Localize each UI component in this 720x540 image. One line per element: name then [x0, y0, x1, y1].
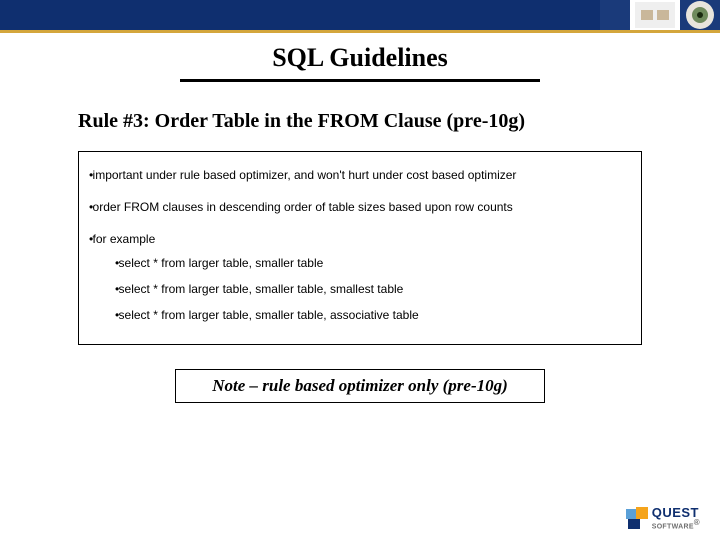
header-art-block [600, 0, 630, 30]
bullet-text: select * from larger table, smaller tabl… [119, 282, 404, 296]
note-text: Note – rule based optimizer only (pre-10… [212, 376, 508, 395]
header-accent-line [0, 30, 720, 33]
header-art-eye [680, 0, 720, 30]
eye-icon [680, 0, 720, 30]
bullet-item: order FROM clauses in descending order o… [89, 200, 631, 214]
logo-subbrand: SOFTWARE [652, 523, 694, 530]
logo-text: QUEST SOFTWARE® [652, 506, 700, 530]
note-box: Note – rule based optimizer only (pre-10… [175, 369, 545, 403]
bullet-text: select * from larger table, smaller tabl… [119, 308, 419, 322]
sub-bullet-item: select * from larger table, smaller tabl… [115, 282, 631, 296]
title-underline [180, 79, 540, 82]
bullet-item: for example [89, 232, 631, 246]
header-bar [0, 0, 720, 30]
bullet-text: order FROM clauses in descending order o… [93, 200, 513, 214]
header-art [600, 0, 720, 30]
bullet-text: select * from larger table, smaller tabl… [119, 256, 324, 270]
logo-brand: QUEST [652, 505, 699, 520]
logo-mark-icon [626, 507, 648, 529]
bullet-item: important under rule based optimizer, an… [89, 168, 631, 182]
content-box: important under rule based optimizer, an… [78, 151, 642, 345]
footer-logo: QUEST SOFTWARE® [626, 506, 700, 530]
bullet-text: for example [93, 232, 156, 246]
header-art-photo [630, 0, 680, 30]
sub-bullet-item: select * from larger table, smaller tabl… [115, 256, 631, 270]
hands-icon [635, 2, 675, 28]
slide-title: SQL Guidelines [0, 43, 720, 73]
rule-heading: Rule #3: Order Table in the FROM Clause … [78, 110, 720, 133]
bullet-text: important under rule based optimizer, an… [93, 168, 517, 182]
sub-bullet-item: select * from larger table, smaller tabl… [115, 308, 631, 322]
registered-mark: ® [694, 518, 700, 527]
